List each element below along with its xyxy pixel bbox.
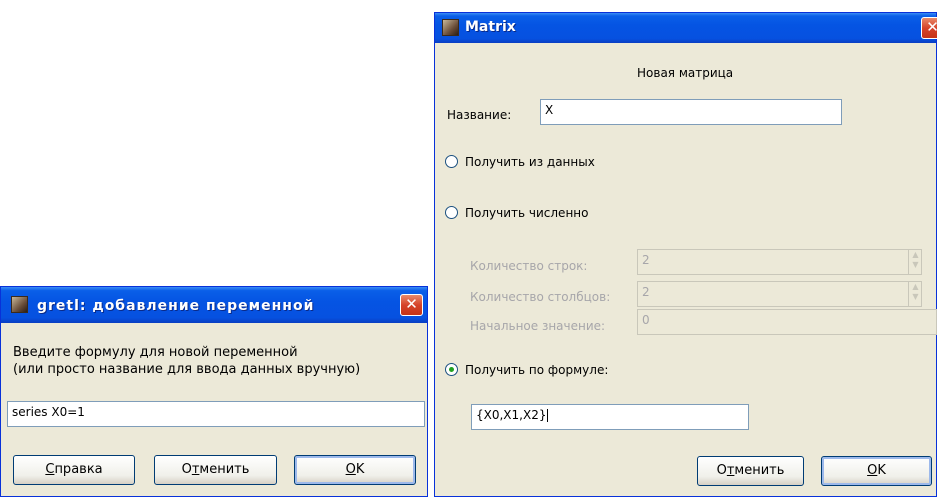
- init-label: Начальное значение:: [470, 319, 606, 333]
- add-variable-titlebar[interactable]: gretl: добавление переменной ✕: [1, 287, 427, 323]
- ok-mnemonic: O: [345, 462, 356, 477]
- cancel-label-b: менить: [734, 463, 785, 478]
- matrix-formula-text: {X0,X1,X2}: [476, 408, 547, 422]
- close-icon[interactable]: ✕: [921, 17, 937, 39]
- matrix-heading: Новая матрица: [637, 66, 734, 80]
- variable-formula-input[interactable]: series X0=1: [7, 401, 425, 427]
- add-variable-title: gretl: добавление переменной: [37, 298, 315, 314]
- radio-from-data[interactable]: [445, 155, 458, 168]
- ok-label-b: K: [355, 462, 365, 477]
- instruction-line-2: (или просто название для ввода данных вр…: [13, 362, 361, 377]
- gretl-app-icon: [442, 19, 459, 36]
- cancel-label-a: О: [716, 463, 727, 478]
- numeric-label[interactable]: Получить численно: [465, 206, 588, 220]
- instruction-line-1: Введите формулу для новой переменной: [13, 345, 298, 360]
- close-icon[interactable]: ✕: [400, 294, 423, 316]
- cancel-label-a: О: [181, 462, 192, 477]
- matrix-title: Matrix: [465, 19, 516, 35]
- matrix-titlebar[interactable]: Matrix ✕: [435, 13, 937, 43]
- formula-label[interactable]: Получить по формуле:: [465, 363, 608, 377]
- matrix-ok-button[interactable]: OK: [821, 456, 932, 486]
- ok-label-b: K: [877, 463, 886, 478]
- cancel-label-b: менить: [199, 462, 250, 477]
- radio-formula[interactable]: [445, 363, 458, 376]
- matrix-formula-input[interactable]: {X0,X1,X2}: [471, 404, 749, 430]
- name-label: Название:: [447, 108, 512, 122]
- text-cursor: [547, 409, 549, 422]
- add-variable-ok-button[interactable]: OK: [294, 455, 416, 485]
- help-button[interactable]: Справка: [13, 455, 135, 485]
- add-variable-dialog: gretl: добавление переменной ✕ Введите ф…: [0, 286, 428, 497]
- init-value-input[interactable]: 0: [637, 309, 937, 335]
- ok-mnemonic: O: [867, 463, 878, 478]
- rows-spinner[interactable]: 2: [637, 249, 922, 275]
- from-data-label[interactable]: Получить из данных: [465, 155, 595, 169]
- help-label-b: правка: [54, 462, 103, 477]
- cols-spinner[interactable]: 2: [637, 281, 922, 307]
- radio-numeric[interactable]: [445, 206, 458, 219]
- cols-label: Количество столбцов:: [470, 290, 611, 304]
- gretl-app-icon: [11, 296, 28, 313]
- matrix-name-input[interactable]: X: [540, 99, 842, 125]
- rows-spin-arrows[interactable]: ▲ ▼: [908, 250, 922, 274]
- radio-selected-dot: [449, 367, 454, 372]
- add-variable-cancel-button[interactable]: Отменить: [154, 455, 277, 485]
- matrix-cancel-button[interactable]: Отменить: [697, 456, 804, 486]
- cols-spin-arrows[interactable]: ▲ ▼: [908, 282, 922, 306]
- rows-label: Количество строк:: [470, 259, 588, 273]
- matrix-dialog: Matrix ✕ Новая матрица Название: X Получ…: [434, 12, 937, 497]
